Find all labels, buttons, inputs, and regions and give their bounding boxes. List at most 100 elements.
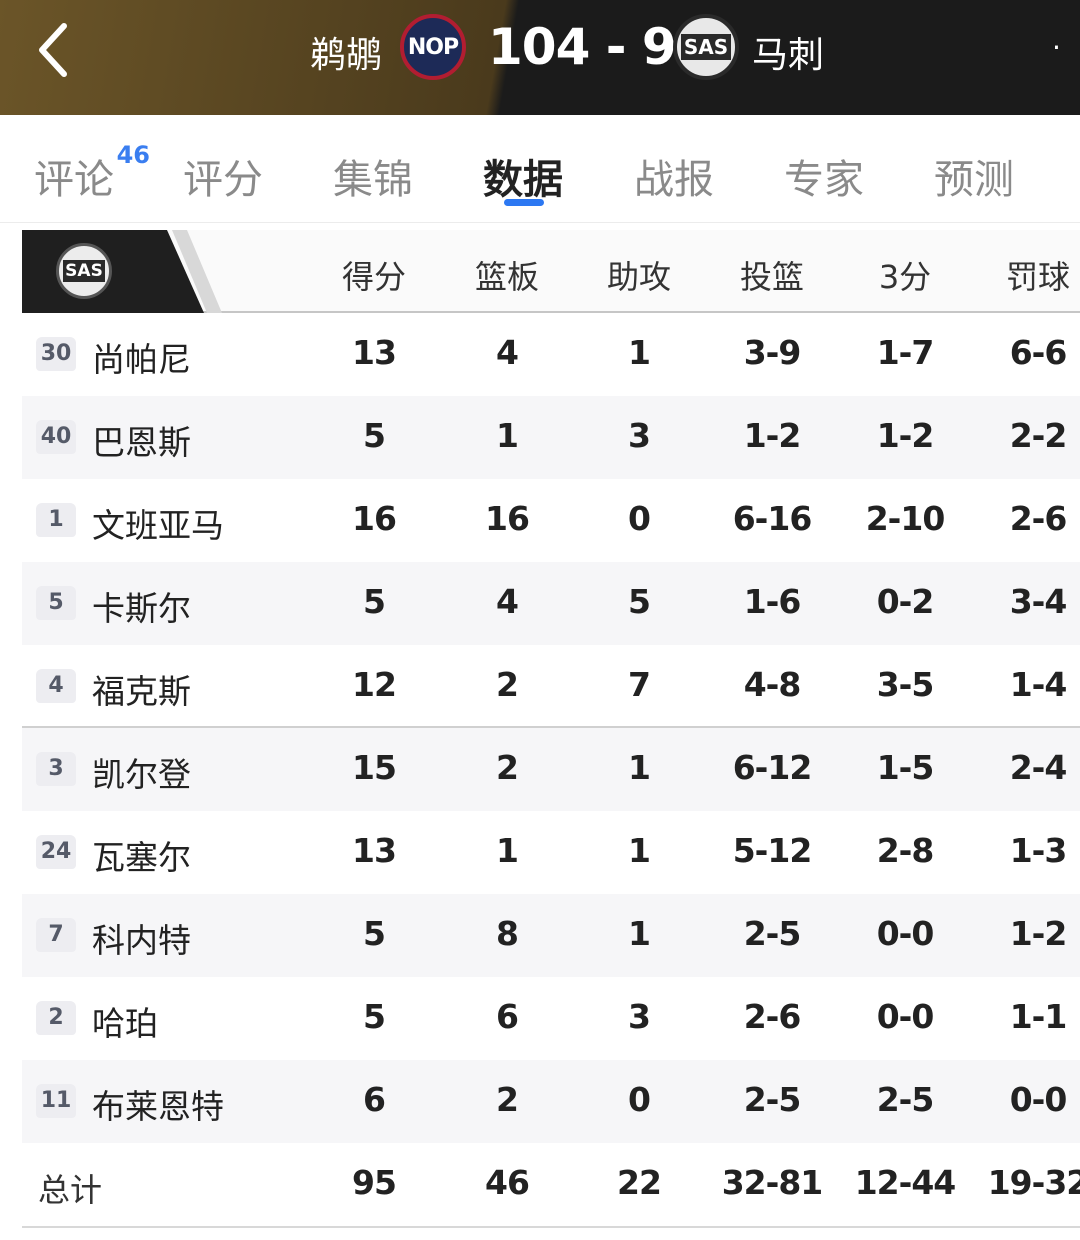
stat-rebounds: 2 xyxy=(496,665,519,704)
stat-ft: 3-4 xyxy=(1009,582,1068,621)
col-header-3pt[interactable]: 3分 xyxy=(845,252,965,298)
stat-ft: 1-4 xyxy=(1009,665,1068,704)
jersey-number-icon: 30 xyxy=(36,337,76,371)
player-name[interactable]: 福克斯 xyxy=(92,665,191,713)
col-header-rebounds[interactable]: 篮板 xyxy=(447,252,567,298)
stat-fg: 1-2 xyxy=(743,416,802,455)
more-menu-icon[interactable]: · xyxy=(1052,34,1061,62)
table-row[interactable]: 1 文班亚马 16 16 0 6-16 2-10 2-6 xyxy=(22,479,1080,562)
jersey-number-icon: 7 xyxy=(36,918,76,952)
back-button[interactable] xyxy=(30,18,80,82)
jersey-number-icon: 40 xyxy=(36,420,76,454)
tab-label: 评论 xyxy=(34,157,114,203)
tab-report[interactable]: 战报 xyxy=(634,147,714,205)
player-name[interactable]: 哈珀 xyxy=(92,997,158,1045)
stat-ft: 1-1 xyxy=(1009,997,1068,1036)
total-assists: 22 xyxy=(617,1163,662,1202)
table-row[interactable]: 24 瓦塞尔 13 1 1 5-12 2-8 1-3 xyxy=(22,811,1080,894)
table-body: 30 尚帕尼 13 4 1 3-9 1-7 6-6 40 巴恩斯 5 1 3 1-2 1-2 2-2 1 文班亚马… xyxy=(22,313,1080,1143)
stat-fg: 5-12 xyxy=(732,831,813,870)
stat-3pt: 0-0 xyxy=(876,997,935,1036)
player-name[interactable]: 卡斯尔 xyxy=(92,582,191,630)
table-row[interactable]: 3 凯尔登 15 2 1 6-12 1-5 2-4 xyxy=(22,728,1080,811)
col-header-ft[interactable]: 罚球 xyxy=(978,252,1080,298)
stat-3pt: 1-5 xyxy=(876,748,935,787)
stat-assists: 1 xyxy=(628,831,651,870)
player-name[interactable]: 尚帕尼 xyxy=(92,333,191,381)
tab-experts[interactable]: 专家 xyxy=(784,147,864,205)
total-fg: 32-81 xyxy=(721,1163,824,1202)
stat-points: 13 xyxy=(352,831,397,870)
col-header-points[interactable]: 得分 xyxy=(314,252,434,298)
stat-fg: 1-6 xyxy=(743,582,802,621)
stat-assists: 5 xyxy=(628,582,651,621)
stat-rebounds: 8 xyxy=(496,914,519,953)
stat-ft: 0-0 xyxy=(1009,1080,1068,1119)
home-team-logo[interactable]: NOP xyxy=(400,14,466,80)
table-row[interactable]: 30 尚帕尼 13 4 1 3-9 1-7 6-6 xyxy=(22,313,1080,396)
stat-3pt: 3-5 xyxy=(876,665,935,704)
player-name[interactable]: 布莱恩特 xyxy=(92,1080,224,1128)
stat-rebounds: 2 xyxy=(496,748,519,787)
stat-points: 5 xyxy=(363,997,386,1036)
active-tab-indicator xyxy=(504,199,544,206)
tab-comments[interactable]: 评论 46 xyxy=(34,141,150,205)
stat-assists: 3 xyxy=(628,997,651,1036)
stat-fg: 3-9 xyxy=(743,333,802,372)
jersey-number-icon: 2 xyxy=(36,1001,76,1035)
away-team-name[interactable]: 马刺 xyxy=(752,26,824,78)
total-ft: 19-32 xyxy=(987,1163,1080,1202)
table-row[interactable]: 4 福克斯 12 2 7 4-8 3-5 1-4 xyxy=(22,645,1080,728)
table-row[interactable]: 7 科内特 5 8 1 2-5 0-0 1-2 xyxy=(22,894,1080,977)
home-team-name[interactable]: 鹈鹕 xyxy=(310,26,382,78)
total-rebounds: 46 xyxy=(485,1163,530,1202)
stat-points: 15 xyxy=(352,748,397,787)
stat-fg: 4-8 xyxy=(743,665,802,704)
jersey-number-icon: 4 xyxy=(36,669,76,703)
tab-predictions[interactable]: 预测 xyxy=(934,147,1014,205)
table-row[interactable]: 2 哈珀 5 6 3 2-6 0-0 1-1 xyxy=(22,977,1080,1060)
jersey-number-icon: 1 xyxy=(36,503,76,537)
stat-ft: 2-4 xyxy=(1009,748,1068,787)
stat-ft: 1-3 xyxy=(1009,831,1068,870)
spurs-logo-icon: SAS xyxy=(56,243,112,299)
stat-3pt: 0-0 xyxy=(876,914,935,953)
tab-bar: 评论 46 评分 集锦 数据 战报 专家 预测 xyxy=(0,115,1080,223)
away-team-logo[interactable]: SAS xyxy=(673,14,739,80)
stat-ft: 6-6 xyxy=(1009,333,1068,372)
player-name[interactable]: 凯尔登 xyxy=(92,748,191,796)
player-name[interactable]: 巴恩斯 xyxy=(92,416,191,464)
table-row[interactable]: 40 巴恩斯 5 1 3 1-2 1-2 2-2 xyxy=(22,396,1080,479)
col-header-fg[interactable]: 投篮 xyxy=(712,252,832,298)
tab-stats[interactable]: 数据 xyxy=(483,147,563,205)
stat-points: 12 xyxy=(352,665,397,704)
away-logo-text: SAS xyxy=(680,34,732,60)
tab-highlights[interactable]: 集锦 xyxy=(333,147,413,205)
stat-rebounds: 2 xyxy=(496,1080,519,1119)
tab-ratings[interactable]: 评分 xyxy=(183,147,263,205)
table-row[interactable]: 5 卡斯尔 5 4 5 1-6 0-2 3-4 xyxy=(22,562,1080,645)
stat-fg: 2-5 xyxy=(743,914,802,953)
player-name[interactable]: 科内特 xyxy=(92,914,191,962)
stat-rebounds: 4 xyxy=(496,582,519,621)
total-label: 总计 xyxy=(38,1171,103,1209)
player-name[interactable]: 文班亚马 xyxy=(92,499,224,547)
player-name[interactable]: 瓦塞尔 xyxy=(92,831,191,879)
stat-assists: 1 xyxy=(628,914,651,953)
stat-3pt: 2-10 xyxy=(865,499,946,538)
stat-points: 13 xyxy=(352,333,397,372)
stat-points: 5 xyxy=(363,582,386,621)
stat-fg: 6-16 xyxy=(732,499,813,538)
total-row: 总计 95 46 22 32-81 12-44 19-32 xyxy=(22,1143,1080,1228)
team-switch-badge[interactable]: SAS xyxy=(22,230,204,313)
player-stats-table: SAS 得分 篮板 助攻 投篮 3分 罚球 30 尚帕尼 13 4 1 3-9 1-7 6-6… xyxy=(22,230,1080,1228)
jersey-number-icon: 24 xyxy=(36,835,76,869)
stat-points: 16 xyxy=(352,499,397,538)
stat-3pt: 0-2 xyxy=(876,582,935,621)
table-row[interactable]: 11 布莱恩特 6 2 0 2-5 2-5 0-0 xyxy=(22,1060,1080,1143)
stat-ft: 2-6 xyxy=(1009,499,1068,538)
jersey-number-icon: 11 xyxy=(36,1084,76,1118)
stat-points: 6 xyxy=(363,1080,386,1119)
stat-fg: 2-6 xyxy=(743,997,802,1036)
col-header-assists[interactable]: 助攻 xyxy=(579,252,699,298)
